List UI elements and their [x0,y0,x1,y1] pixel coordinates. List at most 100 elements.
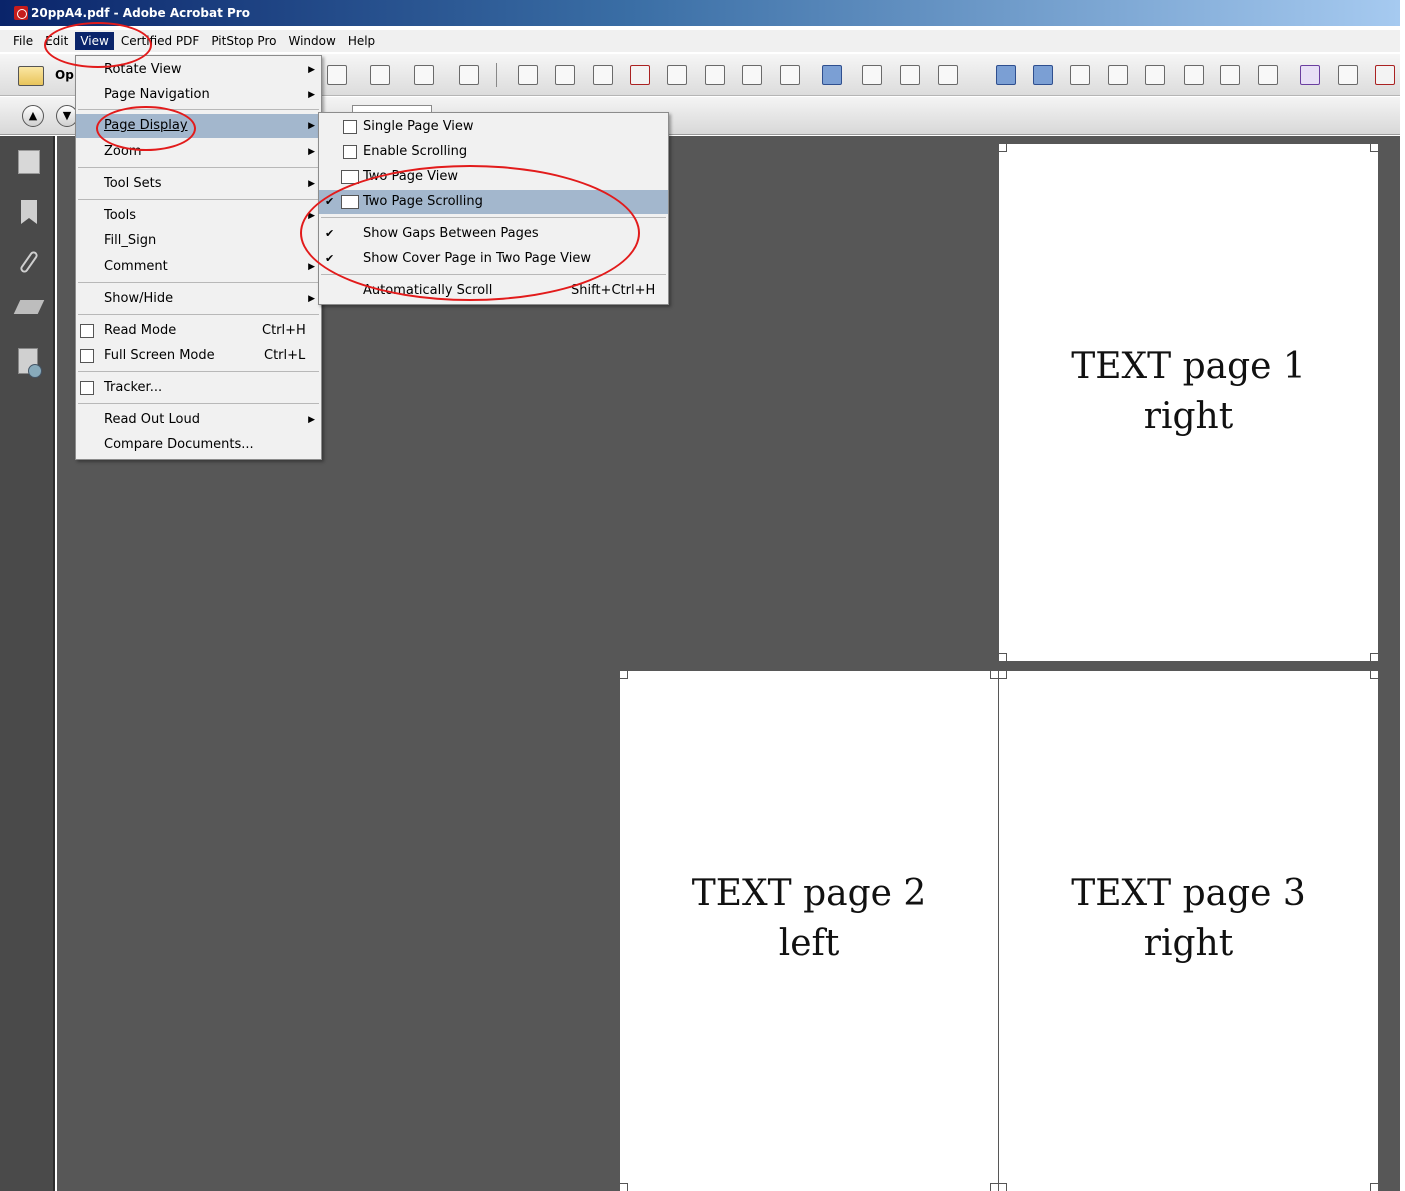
menu-separator [78,199,319,200]
checkmark-icon: ✔ [325,252,335,265]
menu-edit[interactable]: Edit [40,32,73,50]
history-icon[interactable] [1338,65,1358,85]
extra-tool-icon[interactable] [1375,65,1395,85]
select-arrow-icon[interactable] [780,65,800,85]
menu-item-label: Read Mode [104,323,177,338]
page-2: TEXT page 2 left [620,671,998,1191]
menu-pitstop-pro[interactable]: PitStop Pro [206,32,281,50]
menu-view[interactable]: View [75,32,114,50]
menu-item-two-page-view[interactable]: Two Page View [319,165,668,189]
menu-item-label: Read Out Loud [104,412,200,427]
acrobat-app-icon [14,6,28,20]
menu-item-fill-sign[interactable]: Fill_Sign [76,229,321,253]
edit-icon[interactable] [414,65,434,85]
pointer-options-icon[interactable] [1145,65,1165,85]
menu-item-full-screen-mode[interactable]: Full Screen Mode Ctrl+L [76,344,321,368]
page-2-line-2: left [778,923,840,964]
page-2-line-1: TEXT page 2 [691,873,927,914]
menu-item-zoom[interactable]: Zoom ▶ [76,140,321,164]
align-icon[interactable] [1220,65,1240,85]
menu-item-enable-scrolling[interactable]: Enable Scrolling [319,140,668,164]
menu-item-label: Compare Documents... [104,437,254,452]
menu-item-single-page-view[interactable]: Single Page View [319,115,668,139]
preflight-icon[interactable] [667,65,687,85]
page-3-line-1: TEXT page 3 [1071,873,1306,914]
page-1: TEXT page 1 right [999,144,1378,661]
move-icon[interactable] [1184,65,1204,85]
bookmarks-icon[interactable] [21,200,37,224]
menu-item-read-mode[interactable]: Read Mode Ctrl+H [76,319,321,343]
menu-help[interactable]: Help [343,32,380,50]
check-icon[interactable] [705,65,725,85]
upload-icon[interactable] [327,65,347,85]
open-button-label[interactable]: Op [55,68,74,82]
resize-icon[interactable] [1258,65,1278,85]
menu-item-comment[interactable]: Comment ▶ [76,255,321,279]
submenu-arrow-icon: ▶ [308,179,315,189]
menu-item-label: Page Navigation [104,87,210,102]
pin-icon[interactable] [862,65,882,85]
menu-item-show-gaps-between-pages[interactable]: ✔ Show Gaps Between Pages [319,222,668,246]
security-settings-icon[interactable] [18,348,42,378]
page-3: TEXT page 3 right [999,671,1378,1191]
menu-item-rotate-view[interactable]: Rotate View ▶ [76,58,321,82]
menu-separator [78,282,319,283]
menu-item-label: Full Screen Mode [104,348,215,363]
submenu-arrow-icon: ▶ [308,415,315,425]
menu-item-label: Rotate View [104,62,182,77]
menu-item-label: Show/Hide [104,291,174,306]
menu-bar: File Edit View Certified PDF PitStop Pro… [0,30,1400,52]
zoom-tool-icon[interactable] [822,65,842,85]
pointer-icon[interactable] [1108,65,1128,85]
menu-item-compare-documents[interactable]: Compare Documents... [76,433,321,457]
menu-item-show-cover-page[interactable]: ✔ Show Cover Page in Two Page View [319,247,668,271]
menu-item-two-page-scrolling[interactable]: ✔ Two Page Scrolling [319,190,668,214]
plugin-tool-1-icon[interactable] [996,65,1016,85]
plugin-tool-3-icon[interactable] [1070,65,1090,85]
text-tool-icon[interactable] [1300,65,1320,85]
submenu-arrow-icon: ▶ [308,121,315,131]
menu-item-read-out-loud[interactable]: Read Out Loud ▶ [76,408,321,432]
edit-document-icon[interactable] [742,65,762,85]
menu-item-page-display[interactable]: Page Display ▶ [76,114,321,138]
menu-item-label: Comment [104,259,168,274]
menu-separator [78,371,319,372]
menu-window[interactable]: Window [283,32,340,50]
signatures-icon[interactable] [13,300,45,314]
menu-item-tracker[interactable]: Tracker... [76,376,321,400]
print-icon[interactable] [370,65,390,85]
attachments-paperclip-icon[interactable] [18,249,40,275]
menu-item-label: Page Display [104,118,188,133]
menu-item-tool-sets[interactable]: Tool Sets ▶ [76,172,321,196]
submenu-arrow-icon: ▶ [308,90,315,100]
menu-item-page-navigation[interactable]: Page Navigation ▶ [76,83,321,107]
menu-item-label: Enable Scrolling [363,144,468,159]
menu-item-automatically-scroll[interactable]: Automatically Scroll Shift+Ctrl+H [319,279,668,303]
view-menu: Rotate View ▶ Page Navigation ▶ Page Displ… [75,55,322,460]
plugin-tool-2-icon[interactable] [1033,65,1053,85]
previous-page-arrow-icon[interactable]: ▲ [22,105,44,127]
hand-tool-icon[interactable] [900,65,920,85]
settings-gear-icon[interactable] [518,65,538,85]
grid-tool-icon[interactable] [938,65,958,85]
comment-icon[interactable] [555,65,575,85]
menu-separator [78,167,319,168]
delete-page-icon[interactable] [630,65,650,85]
page-display-submenu: Single Page View Enable Scrolling Two Pa… [318,112,669,305]
menu-item-label: Two Page Scrolling [363,194,483,209]
page-thumbnails-icon[interactable] [18,150,40,174]
menu-certified-pdf[interactable]: Certified PDF [116,32,205,50]
email-icon[interactable] [459,65,479,85]
menu-item-shortcut: Shift+Ctrl+H [571,283,656,298]
menu-separator [321,274,666,275]
menu-file[interactable]: File [8,32,38,50]
menu-item-label: Fill_Sign [104,233,157,248]
open-folder-icon[interactable] [18,66,44,86]
two-page-icon [341,170,359,184]
menu-item-label: Zoom [104,144,142,159]
menu-item-tools[interactable]: Tools ▶ [76,204,321,228]
highlight-icon[interactable] [593,65,613,85]
menu-item-show-hide[interactable]: Show/Hide ▶ [76,287,321,311]
window-edge [1400,0,1405,1191]
two-page-scrolling-icon [341,195,359,209]
